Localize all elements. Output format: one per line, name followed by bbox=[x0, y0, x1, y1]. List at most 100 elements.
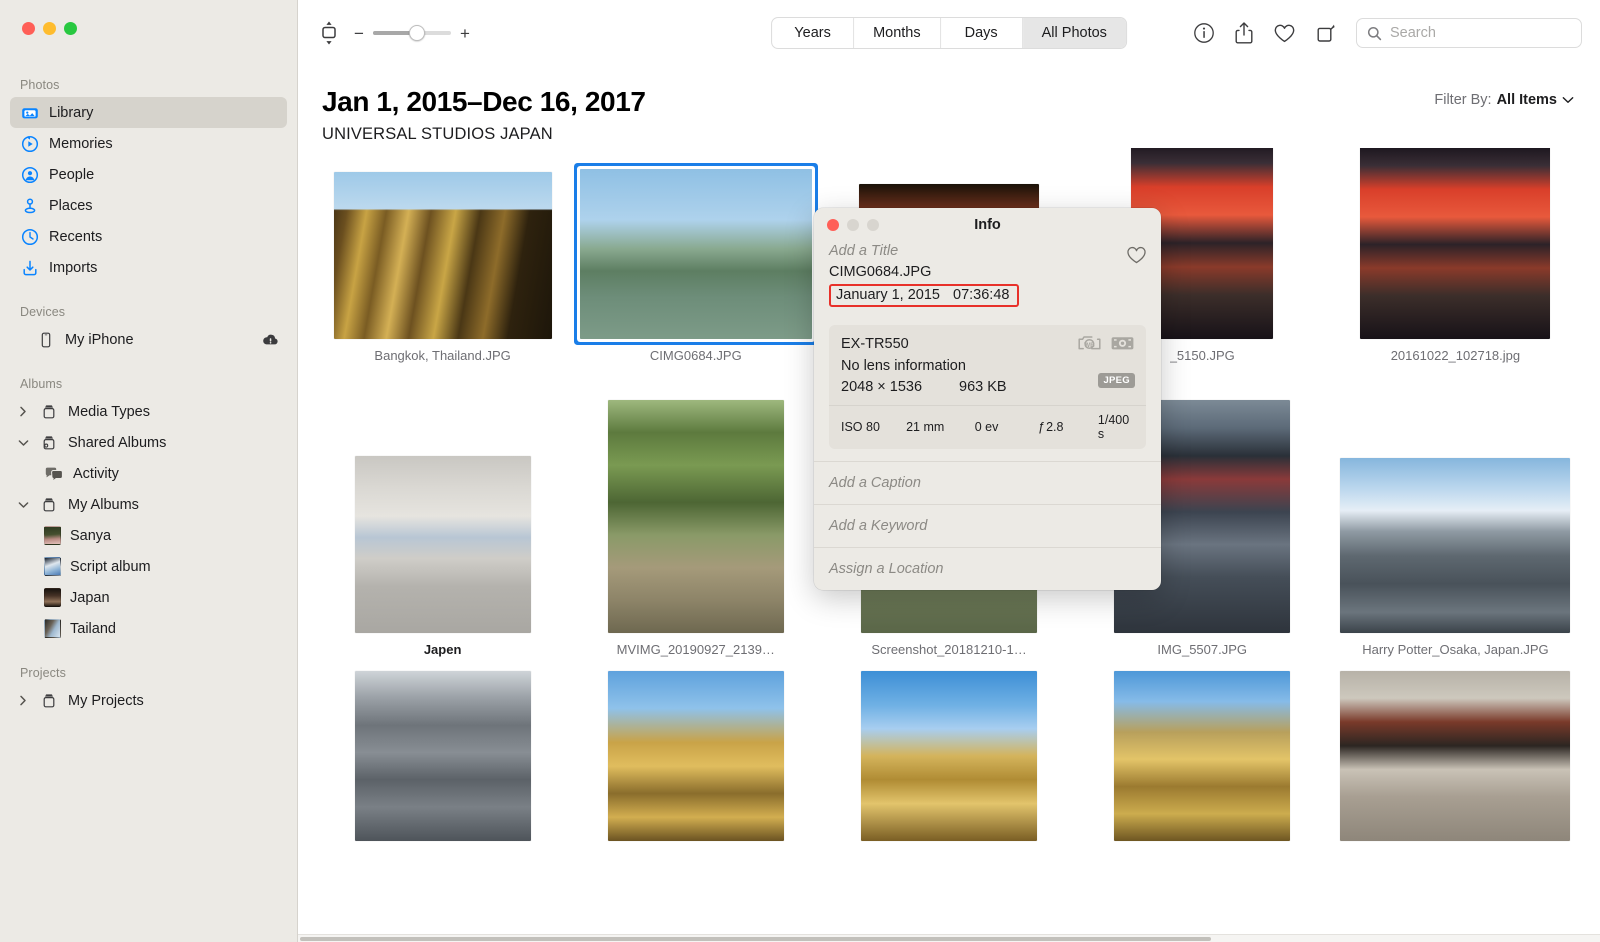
photo-cell[interactable] bbox=[316, 671, 569, 841]
photo-thumbnail[interactable] bbox=[607, 671, 784, 841]
info-panel-body: Add a Title CIMG0684.JPG January 1, 2015… bbox=[814, 242, 1161, 590]
sidebar-item-shared-albums[interactable]: Shared Albums bbox=[10, 427, 287, 458]
photo-thumbnail[interactable] bbox=[607, 400, 784, 633]
iphone-icon bbox=[36, 330, 56, 350]
album-thumbnail-icon bbox=[44, 588, 61, 607]
sidebar: Photos Library Memories People Places Re… bbox=[0, 0, 298, 942]
tab-years[interactable]: Years bbox=[772, 18, 855, 48]
sidebar-item-my-iphone[interactable]: My iPhone bbox=[10, 324, 287, 355]
photo-caption: MVIMG_20190927_2139… bbox=[616, 642, 775, 657]
heart-icon[interactable] bbox=[1273, 23, 1296, 44]
zoom-out-label[interactable]: − bbox=[354, 25, 364, 42]
library-icon bbox=[20, 103, 40, 123]
photo-caption: CIMG0684.JPG bbox=[649, 348, 742, 363]
sidebar-item-label: Tailand bbox=[70, 620, 116, 637]
tab-months[interactable]: Months bbox=[854, 18, 941, 48]
photo-thumbnail[interactable] bbox=[354, 456, 531, 633]
sidebar-item-label: Recents bbox=[49, 228, 103, 245]
sidebar-item-label: Japan bbox=[70, 589, 110, 606]
sidebar-item-media-types[interactable]: Media Types bbox=[10, 396, 287, 427]
chevron-down-icon[interactable] bbox=[1562, 96, 1574, 104]
zoom-slider-track[interactable] bbox=[373, 25, 451, 41]
photo-cell[interactable]: MVIMG_20190927_2139… bbox=[569, 400, 822, 657]
info-header-section: Add a Title CIMG0684.JPG January 1, 2015… bbox=[814, 242, 1161, 317]
sidebar-item-sanya[interactable]: Sanya bbox=[10, 520, 287, 551]
exif-badge-icons: WB bbox=[1077, 333, 1135, 353]
photo-thumbnail[interactable] bbox=[1114, 671, 1291, 841]
photo-caption: Bangkok, Thailand.JPG bbox=[374, 348, 511, 363]
thumbnail-size-icon[interactable] bbox=[318, 20, 340, 46]
sidebar-item-memories[interactable]: Memories bbox=[10, 128, 287, 159]
sidebar-item-japan[interactable]: Japan bbox=[10, 582, 287, 613]
horizontal-scrollbar[interactable] bbox=[298, 934, 1600, 942]
photo-thumbnail[interactable] bbox=[354, 671, 531, 841]
sidebar-item-imports[interactable]: Imports bbox=[10, 252, 287, 283]
photo-cell[interactable]: 20161022_102718.jpg bbox=[1329, 148, 1582, 363]
tab-all-photos[interactable]: All Photos bbox=[1022, 18, 1126, 48]
info-panel-titlebar: Info bbox=[814, 208, 1161, 242]
photo-cell[interactable]: Harry Potter_Osaka, Japan.JPG bbox=[1329, 458, 1582, 657]
photo-cell[interactable] bbox=[569, 671, 822, 841]
scrollbar-thumb[interactable] bbox=[300, 937, 1212, 941]
sidebar-item-tailand[interactable]: Tailand bbox=[10, 613, 287, 644]
favorite-toggle-icon[interactable] bbox=[1126, 246, 1147, 265]
zoom-window-button[interactable] bbox=[64, 22, 77, 35]
zoom-slider[interactable]: − + bbox=[354, 25, 470, 42]
chevron-right-icon[interactable] bbox=[16, 695, 30, 706]
tab-days[interactable]: Days bbox=[941, 18, 1023, 48]
search-field[interactable] bbox=[1356, 18, 1582, 48]
content-header: Jan 1, 2015–Dec 16, 2017 UNIVERSAL STUDI… bbox=[298, 66, 1600, 144]
photo-cell[interactable] bbox=[1329, 671, 1582, 841]
keyword-input[interactable]: Add a Keyword bbox=[814, 503, 1161, 547]
close-window-button[interactable] bbox=[22, 22, 35, 35]
sidebar-item-script-album[interactable]: Script album bbox=[10, 551, 287, 582]
photo-thumbnail[interactable] bbox=[579, 169, 812, 339]
photo-cell[interactable] bbox=[1076, 671, 1329, 841]
photo-cell[interactable]: Bangkok, Thailand.JPG bbox=[316, 172, 569, 363]
sidebar-item-my-albums[interactable]: My Albums bbox=[10, 489, 287, 520]
photos-app-window: Photos Library Memories People Places Re… bbox=[0, 0, 1600, 942]
zoom-in-label[interactable]: + bbox=[460, 25, 470, 42]
photo-thumbnail[interactable] bbox=[333, 172, 552, 339]
caption-input[interactable]: Add a Caption bbox=[814, 460, 1161, 504]
zoom-slider-knob[interactable] bbox=[409, 25, 426, 41]
sidebar-item-activity[interactable]: Activity bbox=[10, 458, 287, 489]
svg-text:WB: WB bbox=[1084, 342, 1095, 349]
shared-album-icon bbox=[39, 433, 59, 453]
minimize-window-button[interactable] bbox=[43, 22, 56, 35]
info-circle-icon[interactable] bbox=[1193, 22, 1215, 44]
photo-cell[interactable] bbox=[822, 671, 1075, 841]
chevron-down-icon[interactable] bbox=[16, 501, 30, 509]
search-input[interactable] bbox=[1390, 25, 1571, 41]
rotate-icon[interactable] bbox=[1315, 22, 1337, 44]
location-input[interactable]: Assign a Location bbox=[814, 546, 1161, 590]
photo-thumbnail[interactable] bbox=[1360, 148, 1551, 339]
info-close-button[interactable] bbox=[827, 219, 839, 231]
photo-caption: 20161022_102718.jpg bbox=[1390, 348, 1521, 363]
filter-by-control[interactable]: Filter By: All Items bbox=[1434, 92, 1574, 108]
sidebar-item-my-projects[interactable]: My Projects bbox=[10, 685, 287, 716]
view-mode-segmented-control[interactable]: Years Months Days All Photos bbox=[771, 17, 1127, 49]
info-zoom-button bbox=[867, 219, 879, 231]
title-input[interactable]: Add a Title bbox=[829, 242, 1146, 262]
sidebar-item-recents[interactable]: Recents bbox=[10, 221, 287, 252]
info-panel-traffic-lights bbox=[827, 219, 879, 231]
sidebar-item-library[interactable]: Library bbox=[10, 97, 287, 128]
filter-by-value: All Items bbox=[1496, 92, 1557, 108]
photo-cell[interactable]: Japen bbox=[316, 456, 569, 657]
photo-caption: _5150.JPG bbox=[1169, 348, 1235, 363]
share-icon[interactable] bbox=[1234, 21, 1254, 45]
photo-thumbnail[interactable] bbox=[1340, 671, 1571, 841]
people-icon bbox=[20, 165, 40, 185]
photo-thumbnail[interactable] bbox=[861, 671, 1037, 841]
photo-cell-selected[interactable]: CIMG0684.JPG bbox=[569, 169, 822, 363]
sidebar-item-places[interactable]: Places bbox=[10, 190, 287, 221]
sidebar-item-label: My Projects bbox=[68, 692, 144, 709]
capture-date-highlight[interactable]: January 1, 2015 07:36:48 bbox=[829, 284, 1020, 308]
sidebar-item-people[interactable]: People bbox=[10, 159, 287, 190]
shutter-speed-value: 1/400 s bbox=[1097, 412, 1130, 441]
chevron-right-icon[interactable] bbox=[16, 406, 30, 417]
photo-thumbnail[interactable] bbox=[1340, 458, 1571, 633]
chevron-down-icon[interactable] bbox=[16, 439, 30, 447]
sidebar-item-label: Sanya bbox=[70, 527, 112, 544]
